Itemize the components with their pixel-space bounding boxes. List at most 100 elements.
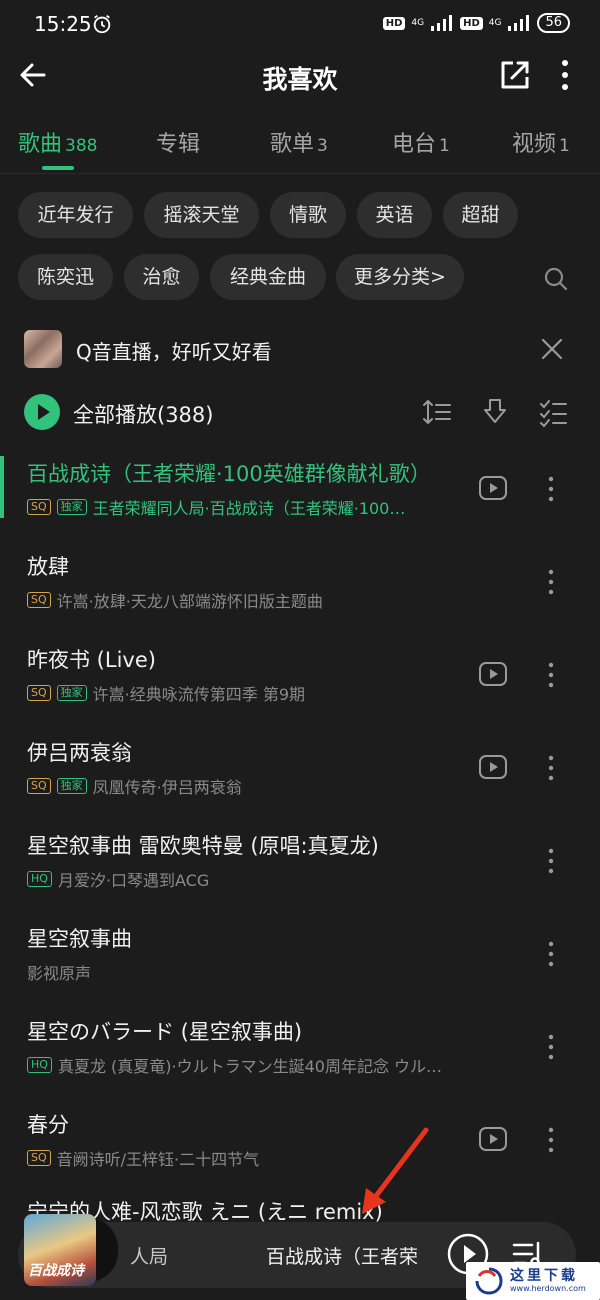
category-tabs: 歌曲 388 专辑 歌单 3 电台 1 视频 1: [0, 118, 600, 174]
battery-indicator: 56: [537, 13, 570, 33]
filter-chip[interactable]: 近年发行: [18, 192, 133, 238]
status-bar: 15:25 HD 4G HD 4G 56: [0, 0, 600, 48]
more-options-icon[interactable]: [542, 939, 560, 969]
watermark-text: 这里下载: [510, 1268, 578, 1284]
more-options-icon[interactable]: [542, 567, 560, 597]
tab-count: 1: [559, 136, 570, 156]
play-all-row: 全部播放(388): [0, 394, 600, 434]
filter-chip[interactable]: 英语: [357, 192, 432, 238]
tab-playlists[interactable]: 歌单 3: [270, 126, 328, 158]
play-icon: [38, 404, 50, 420]
quality-badge: SQ: [27, 499, 51, 515]
mv-play-icon[interactable]: [478, 754, 508, 780]
song-subtitle: 音阙诗听/王梓钰·二十四节气: [56, 1150, 260, 1169]
song-subtitle: 月爱汐·口琴遇到ACG: [57, 871, 210, 890]
play-all-label[interactable]: 全部播放(388): [73, 399, 213, 429]
tab-label: 电台: [392, 132, 437, 157]
hd-badge: HD: [460, 16, 483, 30]
mv-play-icon[interactable]: [478, 1126, 508, 1152]
mv-play-icon[interactable]: [478, 661, 508, 687]
status-time: 15:25: [34, 12, 92, 36]
song-title: 放肆: [27, 555, 69, 579]
song-subtitle: 凤凰传奇·伊吕两衰翁: [92, 778, 242, 797]
song-subtitle: 许嵩·经典咏流传第四季 第9期: [92, 685, 305, 704]
tab-songs[interactable]: 歌曲 388: [18, 126, 97, 158]
tab-count: 3: [317, 136, 328, 156]
more-categories-chip[interactable]: 更多分类>: [336, 254, 464, 300]
site-watermark: 这里下载 www.herdown.com: [466, 1262, 600, 1300]
quality-badge: SQ: [27, 778, 51, 794]
more-options-icon[interactable]: [542, 660, 560, 690]
more-options-icon[interactable]: [542, 753, 560, 783]
quality-badge: HQ: [27, 1057, 52, 1073]
more-options-icon[interactable]: [555, 58, 575, 92]
tab-label: 专辑: [156, 132, 201, 157]
quality-badge: SQ: [27, 685, 51, 701]
filter-chip[interactable]: 情歌: [270, 192, 346, 238]
multi-select-icon[interactable]: [538, 397, 568, 427]
quality-badge: HQ: [27, 871, 52, 887]
song-row[interactable]: 星空叙事曲 雷欧奥特曼 (原唱:真夏龙) HQ 月爱汐·口琴遇到ACG: [0, 820, 600, 913]
quality-badge: SQ: [27, 1150, 51, 1166]
filter-chip[interactable]: 超甜: [443, 192, 518, 238]
signal-icon: [508, 15, 530, 31]
play-all-button[interactable]: [24, 394, 60, 430]
song-row[interactable]: 春分 SQ 音阙诗听/王梓钰·二十四节气: [0, 1099, 600, 1192]
status-indicators: HD 4G HD 4G 56: [382, 13, 570, 33]
filter-chip[interactable]: 经典金曲: [210, 254, 326, 300]
song-title: 伊吕两衰翁: [27, 741, 132, 765]
search-icon[interactable]: [543, 266, 569, 292]
tab-videos[interactable]: 视频 1: [512, 126, 570, 158]
song-title: 昨夜书 (Live): [27, 648, 156, 672]
annotation-arrow-icon: [362, 1127, 429, 1214]
song-meta: HQ 月爱汐·口琴遇到ACG: [27, 867, 457, 891]
live-promo-banner[interactable]: Q音直播，好听又好看: [0, 328, 600, 372]
download-icon[interactable]: [480, 397, 510, 427]
song-title: 百战成诗（王者荣耀·100英雄群像献礼歌）: [27, 462, 431, 486]
more-options-icon[interactable]: [542, 1125, 560, 1155]
song-row[interactable]: 百战成诗（王者荣耀·100英雄群像献礼歌） SQ 独家 王者荣耀同人局·百战成诗…: [0, 448, 600, 541]
more-options-icon[interactable]: [542, 1032, 560, 1062]
song-meta: SQ 独家 凤凰传奇·伊吕两衰翁: [27, 774, 457, 798]
quality-badge: SQ: [27, 592, 51, 608]
song-row[interactable]: 伊吕两衰翁 SQ 独家 凤凰传奇·伊吕两衰翁: [0, 727, 600, 820]
share-icon[interactable]: [498, 58, 532, 92]
cover-text: 百战成诗: [28, 1263, 84, 1279]
alarm-icon: [93, 14, 111, 34]
sort-icon[interactable]: [422, 397, 452, 427]
tab-label: 歌曲: [18, 132, 63, 157]
network-type: 4G: [411, 17, 425, 28]
signal-icon: [431, 15, 453, 31]
watermark-logo-icon: [475, 1267, 503, 1295]
tab-albums[interactable]: 专辑: [156, 126, 200, 158]
close-icon[interactable]: [541, 338, 563, 360]
song-subtitle: 王者荣耀同人局·百战成诗（王者荣耀·100…: [92, 499, 406, 518]
more-options-icon[interactable]: [542, 846, 560, 876]
song-subtitle: 影视原声: [27, 964, 92, 983]
hd-badge: HD: [382, 16, 406, 30]
promo-avatar: [24, 330, 62, 368]
song-row[interactable]: 放肆 SQ 许嵩·放肆·天龙八部端游怀旧版主题曲: [0, 541, 600, 634]
song-subtitle: 真夏龙 (真夏竜)·ウルトラマン生誕40周年記念 ウルト…: [57, 1057, 457, 1076]
song-row[interactable]: 昨夜书 (Live) SQ 独家 许嵩·经典咏流传第四季 第9期: [0, 634, 600, 727]
song-subtitle: 许嵩·放肆·天龙八部端游怀旧版主题曲: [56, 592, 323, 611]
filter-chip[interactable]: 摇滚天堂: [144, 192, 259, 238]
song-meta: SQ 独家 王者荣耀同人局·百战成诗（王者荣耀·100…: [27, 495, 457, 519]
song-row[interactable]: 星空のバラード (星空叙事曲) HQ 真夏龙 (真夏竜)·ウルトラマン生誕40周…: [0, 1006, 600, 1099]
tab-count: 388: [65, 136, 98, 156]
song-title: 星空のバラード (星空叙事曲): [27, 1020, 303, 1044]
song-row[interactable]: 星空叙事曲 影视原声: [0, 913, 600, 1006]
more-options-icon[interactable]: [542, 474, 560, 504]
filter-chip[interactable]: 治愈: [124, 254, 199, 300]
song-title: 星空叙事曲 雷欧奥特曼 (原唱:真夏龙): [27, 834, 379, 858]
filter-chip[interactable]: 陈奕迅: [18, 254, 113, 300]
network-type: 4G: [488, 17, 502, 28]
promo-text: Q音直播，好听又好看: [76, 340, 272, 364]
tab-radio[interactable]: 电台 1: [392, 126, 450, 158]
exclusive-badge: 独家: [56, 499, 87, 515]
mv-play-icon[interactable]: [478, 475, 508, 501]
now-playing-title: 百战成诗（王者荣: [266, 1246, 419, 1268]
exclusive-badge: 独家: [56, 685, 87, 701]
tab-label: 歌单: [270, 132, 315, 157]
album-cover[interactable]: 百战成诗: [24, 1214, 96, 1286]
